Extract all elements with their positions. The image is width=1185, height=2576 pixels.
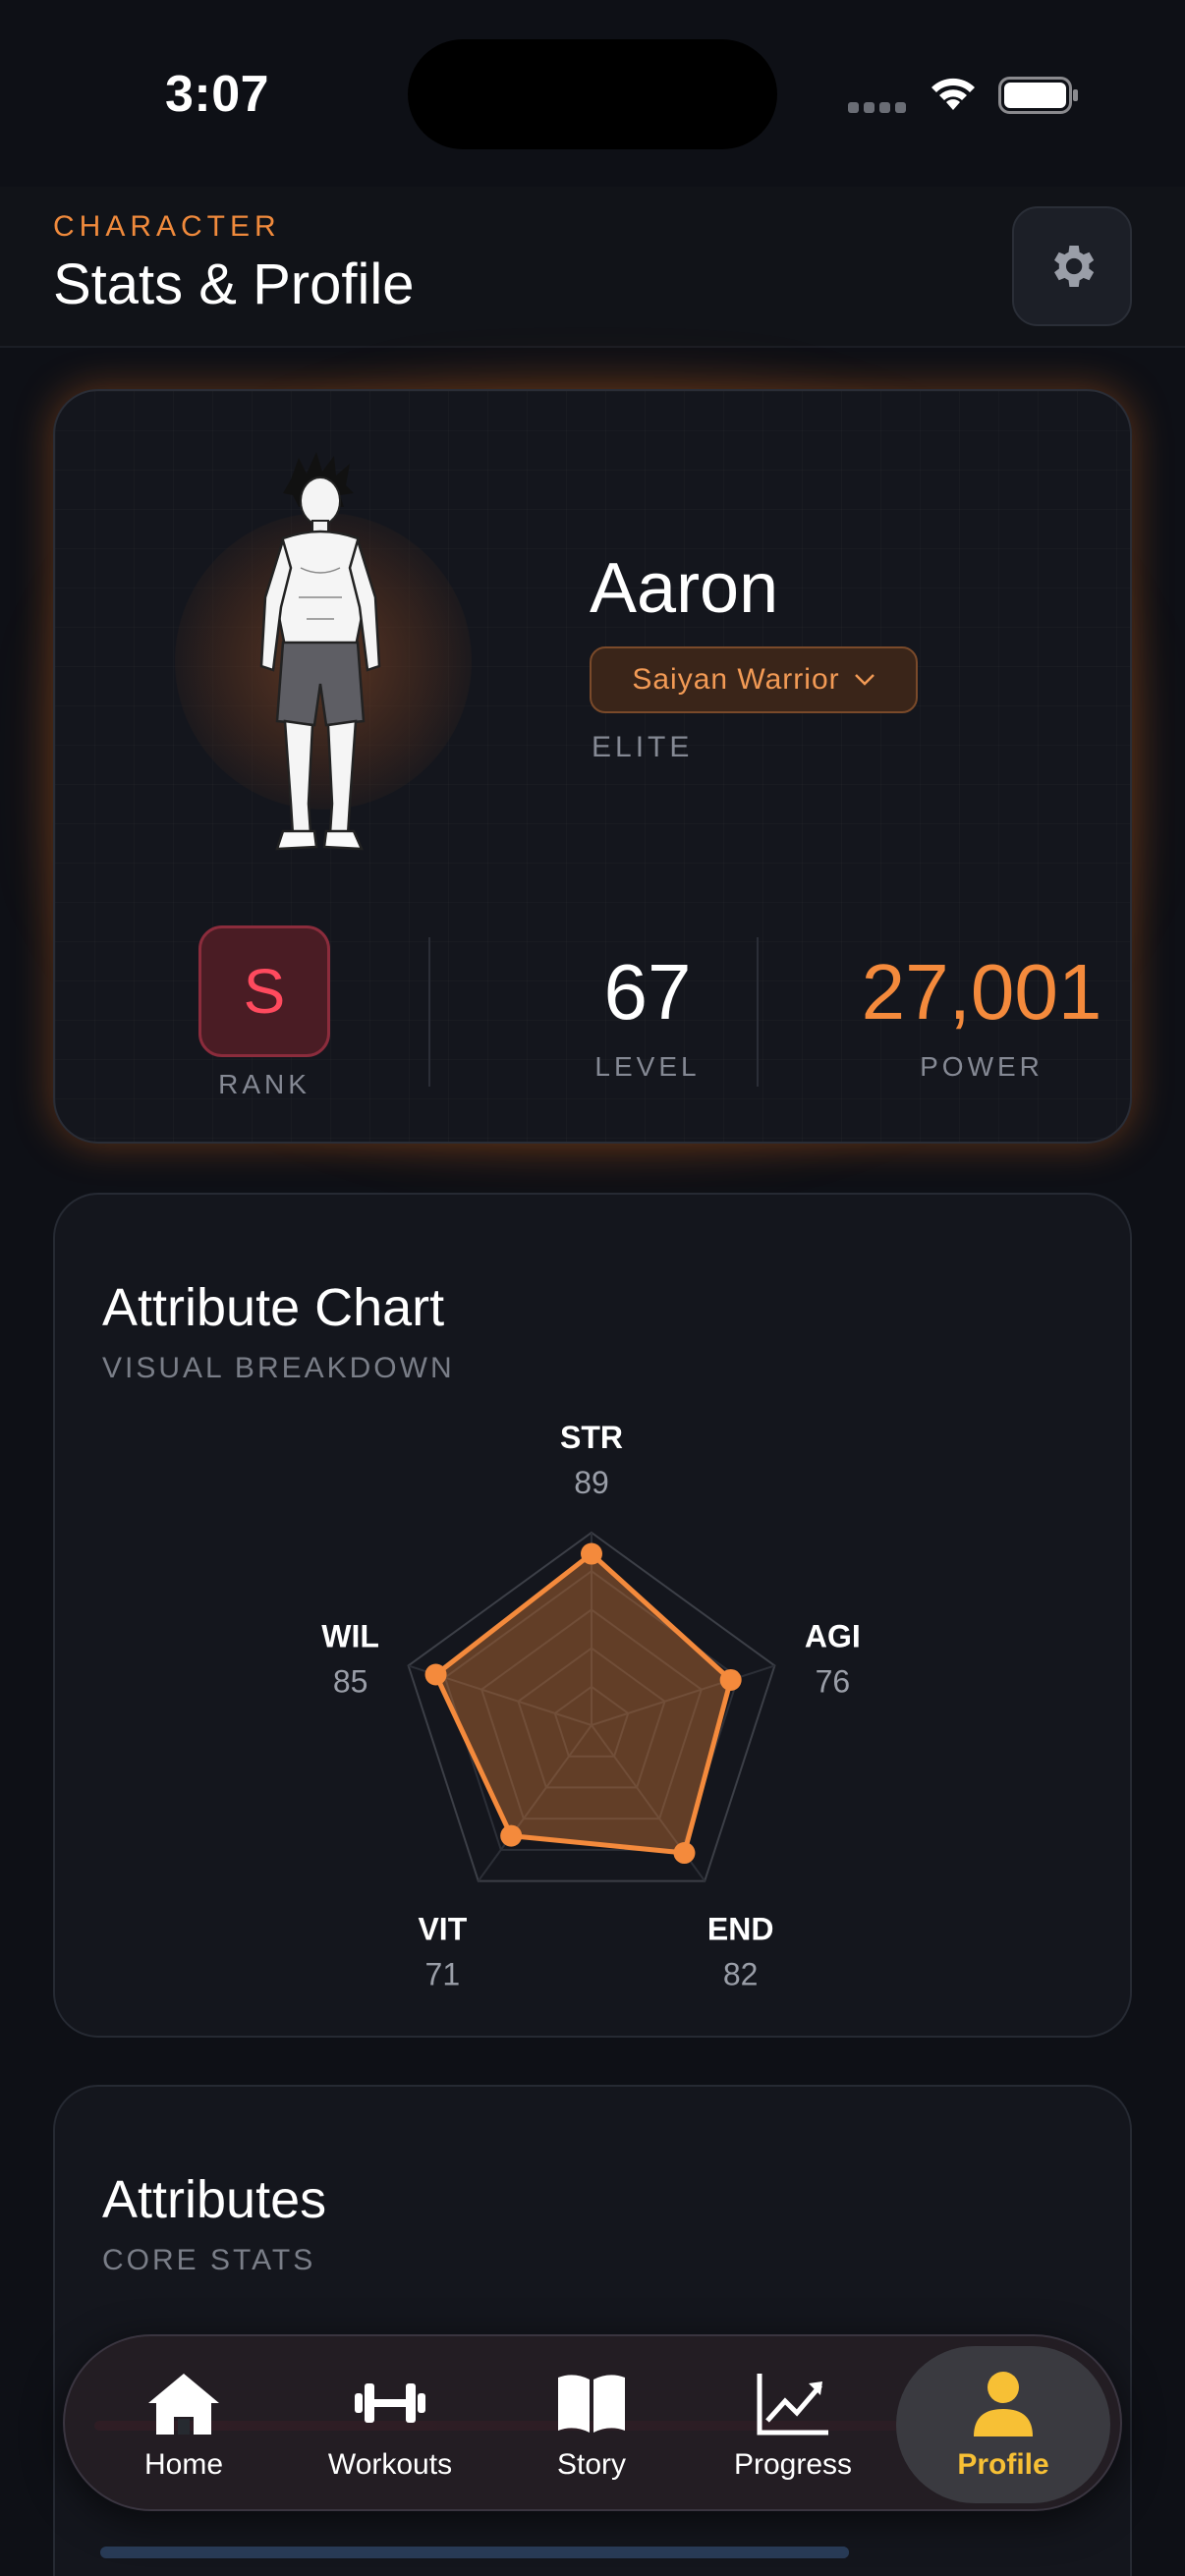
status-time: 3:07 xyxy=(165,66,270,123)
radar-value-label-agi: 76 xyxy=(816,1663,851,1699)
avatar xyxy=(259,452,381,851)
page-title: Stats & Profile xyxy=(53,252,415,316)
tab-label: Story xyxy=(556,2448,627,2481)
gear-icon xyxy=(1054,246,1095,287)
battery-icon xyxy=(998,77,1078,114)
radar-point-agi xyxy=(719,1668,742,1691)
attributes-subtitle: CORE STATS xyxy=(102,2244,316,2276)
radar-axis-label-wil: WIL xyxy=(321,1618,379,1653)
radar-point-vit xyxy=(500,1824,523,1847)
radar-value-label-end: 82 xyxy=(723,1957,759,1992)
character-name: Aaron xyxy=(590,549,779,628)
attribute-chart-card: Attribute Chart VISUAL BREAKDOWN STR 89 AG… xyxy=(53,1193,1132,2038)
radar-value-label-str: 89 xyxy=(574,1465,609,1500)
class-tier: ELITE xyxy=(592,731,694,763)
rank-badge: S xyxy=(198,925,330,1057)
power-value: 27,001 xyxy=(861,948,1102,1036)
page-header: CHARACTER Stats & Profile xyxy=(0,187,1185,348)
chevron-down-icon xyxy=(854,674,875,686)
radar-axis-label-str: STR xyxy=(560,1420,623,1455)
header-eyebrow: CHARACTER xyxy=(53,210,281,243)
screen: 3:07 CHARACTER Stats & Profile Aaron Sai… xyxy=(0,0,1185,2576)
radar-point-wil xyxy=(424,1663,447,1686)
radar-axis-label-agi: AGI xyxy=(805,1618,861,1653)
wifi-icon xyxy=(931,78,975,110)
dynamic-island xyxy=(408,39,777,149)
home-indicator xyxy=(100,2547,849,2558)
tab-label: Home xyxy=(143,2448,224,2481)
tab-label: Progress xyxy=(733,2448,853,2481)
radar-value-label-vit: 71 xyxy=(425,1957,461,1992)
profile-card: Aaron Saiyan Warrior ELITE S RANK 67 LEV… xyxy=(53,389,1132,1144)
tab-bar: Home Workouts Story Progress Profile xyxy=(63,2334,1122,2511)
person-icon xyxy=(974,2372,1033,2436)
status-bar: 3:07 xyxy=(0,0,1185,187)
radar-chart: STR 89 AGI 76 END 82 VIT 71 WIL 85 xyxy=(321,1420,861,1992)
radar-point-str xyxy=(581,1542,602,1565)
rank-label: RANK xyxy=(218,1069,310,1099)
chart-line-icon xyxy=(757,2374,828,2436)
cellular-signal-icon xyxy=(848,102,906,113)
tab-home[interactable]: Home xyxy=(81,2336,287,2513)
tab-label: Profile xyxy=(957,2448,1049,2481)
radar-series-area xyxy=(433,1551,734,1856)
tab-story[interactable]: Story xyxy=(493,2336,690,2513)
radar-value-label-wil: 85 xyxy=(333,1663,368,1699)
radar-axis-label-vit: VIT xyxy=(418,1912,467,1947)
tab-progress[interactable]: Progress xyxy=(690,2336,896,2513)
attributes-title: Attributes xyxy=(102,2170,327,2229)
radar-point-end xyxy=(673,1842,696,1865)
stat-divider xyxy=(757,937,759,1087)
settings-button[interactable] xyxy=(1012,206,1132,326)
radar-axis-label-end: END xyxy=(707,1912,774,1947)
rank-value: S xyxy=(243,956,286,1027)
book-icon xyxy=(558,2375,625,2433)
tab-workouts[interactable]: Workouts xyxy=(287,2336,493,2513)
class-label: Saiyan Warrior xyxy=(632,663,840,696)
home-icon xyxy=(148,2374,219,2435)
tab-label: Workouts xyxy=(327,2448,453,2481)
class-dropdown[interactable]: Saiyan Warrior xyxy=(590,646,918,713)
power-label: POWER xyxy=(920,1051,1044,1082)
dumbbell-icon xyxy=(355,2383,425,2423)
tab-profile[interactable]: Profile xyxy=(896,2336,1110,2513)
